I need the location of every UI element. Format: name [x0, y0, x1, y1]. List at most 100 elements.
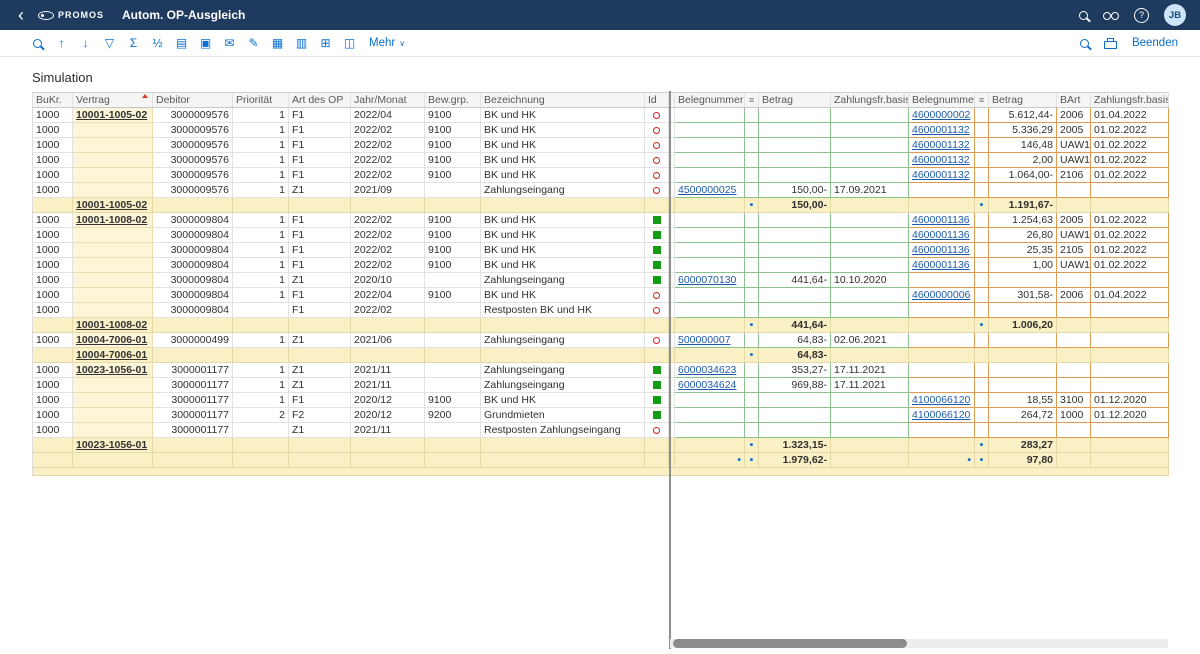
col-belegnummer-green[interactable]: Belegnummer: [675, 93, 745, 108]
copy-icon[interactable]: ▣: [198, 33, 213, 53]
cell-bukr: 1000: [33, 108, 73, 123]
belegnummer-link[interactable]: 4500000025: [678, 184, 736, 196]
belegnummer-link[interactable]: 4600001132: [912, 139, 970, 151]
cell-betrag-green: 64,83-: [759, 348, 831, 363]
belegnummer-link[interactable]: 6000070130: [678, 274, 736, 286]
search-icon[interactable]: [1079, 11, 1088, 20]
table-row[interactable]: 100030000095761F12022/029100BK und HK460…: [33, 138, 1169, 153]
layout-icon[interactable]: ◫: [342, 33, 357, 53]
col-icon-green[interactable]: ≡: [745, 93, 759, 108]
table-row[interactable]: 100030000098041F12022/029100BK und HK460…: [33, 258, 1169, 273]
belegnummer-link[interactable]: 4600001132: [912, 154, 970, 166]
zoom-icon[interactable]: [30, 39, 45, 48]
col-art-des-op[interactable]: Art des OP: [289, 93, 351, 108]
belegnummer-link[interactable]: 4600000006: [912, 289, 970, 301]
sum-icon[interactable]: Σ: [126, 33, 141, 53]
cell-betrag-green: [759, 138, 831, 153]
send-mail-icon[interactable]: ✉: [222, 33, 237, 53]
col-id[interactable]: Id: [645, 93, 669, 108]
vertrag-link[interactable]: 10004-7006-01: [76, 349, 147, 361]
cell-art-des-op: F1: [289, 153, 351, 168]
exit-button[interactable]: Beenden: [1132, 37, 1178, 49]
scrollbar-thumb[interactable]: [673, 639, 907, 648]
back-button[interactable]: ‹: [14, 2, 28, 28]
subtotals-icon[interactable]: ½: [150, 33, 165, 53]
belegnummer-link[interactable]: 4100066120: [912, 394, 970, 406]
table-row[interactable]: 100030000098041F12022/049100BK und HK460…: [33, 288, 1169, 303]
page-title: Simulation: [32, 70, 1200, 85]
cell-basis-green: [831, 408, 909, 423]
help-icon[interactable]: ?: [1134, 8, 1149, 23]
cell-jahr-monat: 2022/02: [351, 213, 425, 228]
col-belegnummer-orange[interactable]: Belegnummer: [909, 93, 975, 108]
col-zahlungsfr-basis-orange[interactable]: Zahlungsfr.basis: [1091, 93, 1169, 108]
col-bew-grp[interactable]: Bew.grp.: [425, 93, 481, 108]
vertrag-link[interactable]: 10001-1005-02: [76, 199, 147, 211]
cell-betrag-orange: 25,35: [989, 243, 1057, 258]
table-row[interactable]: 10003000009804F12022/02Restposten BK und…: [33, 303, 1169, 318]
table-row[interactable]: 100030000011772F22020/129200Grundmieten4…: [33, 408, 1169, 423]
table-row[interactable]: 100010001-1005-0230000095761F12022/04910…: [33, 108, 1169, 123]
table-row[interactable]: 100030000095761F12022/029100BK und HK460…: [33, 123, 1169, 138]
col-jahr-monat[interactable]: Jahr/Monat: [351, 93, 425, 108]
vertrag-link[interactable]: 10023-1056-01: [76, 439, 147, 451]
cell-art-des-op: Z1: [289, 423, 351, 438]
belegnummer-link[interactable]: 4600001132: [912, 124, 970, 136]
cell-icon-green: [745, 213, 759, 228]
table-row[interactable]: 100030000011771F12020/129100BK und HK410…: [33, 393, 1169, 408]
insert-cells-icon[interactable]: ⊞: [318, 33, 333, 53]
belegnummer-link[interactable]: 500000007: [678, 334, 731, 346]
table-row[interactable]: 100030000098041Z12020/10Zahlungseingang6…: [33, 273, 1169, 288]
edit-icon[interactable]: ✎: [246, 33, 261, 53]
belegnummer-link[interactable]: 4600001136: [912, 244, 970, 256]
table-row[interactable]: 100030000011771Z12021/11Zahlungseingang6…: [33, 378, 1169, 393]
col-bukr[interactable]: BuKr.: [33, 93, 73, 108]
sort-descending-icon[interactable]: ↓: [78, 33, 93, 53]
col-icon-orange[interactable]: ≡: [975, 93, 989, 108]
col-bezeichnung[interactable]: Bezeichnung: [481, 93, 645, 108]
cell-bezeichnung: BK und HK: [481, 258, 645, 273]
belegnummer-link[interactable]: 4600000002: [912, 109, 970, 121]
table-row[interactable]: 100010023-1056-0130000011771Z12021/11Zah…: [33, 363, 1169, 378]
col-zahlungsfr-basis-green[interactable]: Zahlungsfr.basis: [831, 93, 909, 108]
col-bart[interactable]: BArt: [1057, 93, 1091, 108]
vertrag-link[interactable]: 10001-1008-02: [76, 319, 147, 331]
belegnummer-link[interactable]: 4600001136: [912, 214, 970, 226]
table-row[interactable]: 100030000095761Z12021/09Zahlungseingang4…: [33, 183, 1169, 198]
table-view-icon[interactable]: ▥: [294, 33, 309, 53]
col-vertrag[interactable]: Vertrag: [73, 93, 153, 108]
cell-jahr-monat: 2020/10: [351, 273, 425, 288]
belegnummer-link[interactable]: 4100066120: [912, 409, 970, 421]
vertrag-link[interactable]: 10001-1005-02: [76, 109, 147, 121]
calendar-icon[interactable]: ▦: [270, 33, 285, 53]
table-row[interactable]: 100010001-1008-0230000098041F12022/02910…: [33, 213, 1169, 228]
table-row[interactable]: 100010004-7006-0130000004991Z12021/06Zah…: [33, 333, 1169, 348]
table-row[interactable]: 100030000095761F12022/029100BK und HK460…: [33, 153, 1169, 168]
filter-icon[interactable]: ▽: [102, 33, 117, 53]
belegnummer-link[interactable]: 6000034624: [678, 379, 736, 391]
binoculars-icon[interactable]: [1103, 10, 1119, 21]
col-debitor[interactable]: Debitor: [153, 93, 233, 108]
details-icon[interactable]: ▤: [174, 33, 189, 53]
table-row[interactable]: 100030000098041F12022/029100BK und HK460…: [33, 228, 1169, 243]
vertrag-link[interactable]: 10001-1008-02: [76, 214, 147, 226]
table-row[interactable]: 100030000098041F12022/029100BK und HK460…: [33, 243, 1169, 258]
col-prioritaet[interactable]: Priorität: [233, 93, 289, 108]
print-icon[interactable]: [1104, 41, 1117, 49]
toolbar-search-icon[interactable]: [1080, 39, 1089, 48]
table-row[interactable]: 100030000095761F12022/029100BK und HK460…: [33, 168, 1169, 183]
avatar[interactable]: JB: [1164, 4, 1186, 26]
table-row[interactable]: 10003000001177Z12021/11Restposten Zahlun…: [33, 423, 1169, 438]
cell-icon-orange: [975, 243, 989, 258]
col-betrag-green[interactable]: Betrag: [759, 93, 831, 108]
belegnummer-link[interactable]: 4600001136: [912, 229, 970, 241]
belegnummer-link[interactable]: 6000034623: [678, 364, 736, 376]
more-button[interactable]: Mehr ∨: [369, 37, 405, 49]
vertrag-link[interactable]: 10023-1056-01: [76, 364, 147, 376]
col-betrag-orange[interactable]: Betrag: [989, 93, 1057, 108]
belegnummer-link[interactable]: 4600001136: [912, 259, 970, 271]
vertrag-link[interactable]: 10004-7006-01: [76, 334, 147, 346]
sort-ascending-icon[interactable]: ↑: [54, 33, 69, 53]
horizontal-scrollbar[interactable]: [670, 639, 1168, 648]
belegnummer-link[interactable]: 4600001132: [912, 169, 970, 181]
